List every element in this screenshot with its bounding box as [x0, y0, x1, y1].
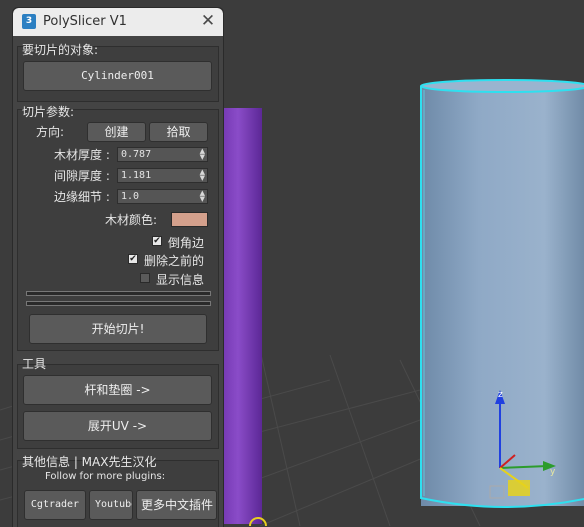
wood-color-label: 木材颜色: [105, 213, 158, 227]
progress-bar-1 [26, 291, 211, 296]
unwrap-uv-button[interactable]: 展开UV -> [23, 411, 212, 441]
z-axis-label: z [498, 390, 503, 400]
delete-previous-checkbox[interactable]: ✔ [128, 254, 138, 264]
create-button[interactable]: 创建 [87, 122, 146, 142]
direction-label: 方向: [36, 125, 65, 139]
progress-bar-2 [26, 301, 211, 306]
y-axis-label: y [550, 467, 556, 477]
wood-thickness-value: 0.787 [121, 149, 152, 160]
close-icon[interactable]: ✕ [199, 12, 217, 30]
gap-thickness-spinner[interactable]: 1.181 ▲ ▼ [117, 168, 208, 183]
info-section-label: 其他信息 | MAX先生汉化 [22, 455, 157, 469]
spinner-arrows-icon[interactable]: ▲ ▼ [200, 190, 205, 203]
more-plugins-button[interactable]: 更多中文插件 [136, 490, 217, 520]
wood-thickness-spinner[interactable]: 0.787 ▲ ▼ [117, 147, 208, 162]
object-section-label: 要切片的对象: [22, 43, 99, 57]
start-slicing-button[interactable]: 开始切片! [29, 314, 207, 344]
rod-washer-button[interactable]: 杆和垫圈 -> [23, 375, 212, 405]
edge-detail-label: 边缘细节 : [54, 190, 110, 204]
title-bar[interactable]: 3 PolySlicer V1 ✕ [13, 8, 223, 36]
polyslicer-dialog: 3 PolySlicer V1 ✕ 要切片的对象: Cylinder001 切片… [12, 7, 224, 527]
show-info-label: 显示信息 [156, 273, 205, 287]
app-icon: 3 [22, 14, 36, 29]
show-info-checkbox[interactable] [140, 273, 150, 283]
follow-text: Follow for more plugins: [45, 471, 166, 482]
gap-thickness-label: 间隙厚度 : [54, 169, 110, 183]
delete-previous-label: 删除之前的 [144, 254, 205, 268]
wood-thickness-label: 木材厚度 : [54, 148, 110, 162]
edge-detail-value: 1.0 [121, 191, 140, 202]
params-section-label: 切片参数: [22, 105, 75, 119]
bevel-edge-checkbox[interactable]: ✔ [152, 236, 162, 246]
youtube-link-button[interactable]: Youtube [89, 490, 133, 520]
window-title: PolySlicer V1 [43, 14, 127, 29]
gap-thickness-value: 1.181 [121, 170, 152, 181]
spinner-arrows-icon[interactable]: ▲ ▼ [200, 169, 205, 182]
spinner-arrows-icon[interactable]: ▲ ▼ [200, 148, 205, 161]
edge-detail-spinner[interactable]: 1.0 ▲ ▼ [117, 189, 208, 204]
bevel-edge-label: 倒角边 [168, 236, 205, 250]
object-select-button[interactable]: Cylinder001 [23, 61, 212, 91]
tools-section-label: 工具 [22, 357, 47, 371]
cgtrader-link-button[interactable]: Cgtrader [24, 490, 86, 520]
selected-cylinder [420, 79, 584, 508]
wood-color-swatch[interactable] [171, 212, 208, 227]
pick-button[interactable]: 拾取 [149, 122, 208, 142]
